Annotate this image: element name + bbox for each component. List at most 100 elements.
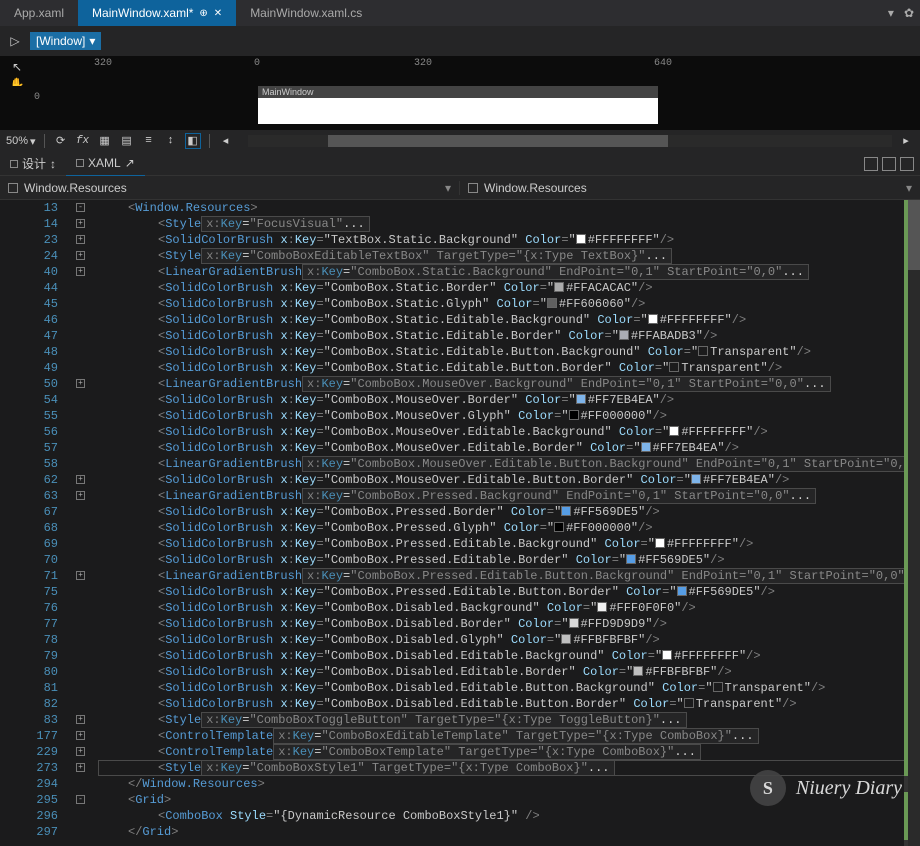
code-line[interactable]: <LinearGradientBrushx:Key="ComboBox.Mous… xyxy=(98,376,906,392)
code-line[interactable]: <SolidColorBrush x:Key="ComboBox.MouseOv… xyxy=(98,424,906,440)
code-line[interactable]: <LinearGradientBrushx:Key="ComboBox.Stat… xyxy=(98,264,906,280)
nav-right[interactable]: Window.Resources▾ xyxy=(460,181,920,195)
snaplines-icon[interactable]: ≡ xyxy=(141,133,157,149)
code-line[interactable]: <SolidColorBrush x:Key="ComboBox.Disable… xyxy=(98,680,906,696)
designer-toolbar: 50% ▾ ⟳ fx ▦ ▤ ≡ ↕ ◧ ◂ ▸ xyxy=(0,130,920,152)
xaml-navigation-bar: Window.Resources▾ Window.Resources▾ xyxy=(0,176,920,200)
code-line[interactable]: <Stylex:Key="ComboBoxEditableTextBox" Ta… xyxy=(98,248,906,264)
close-icon[interactable]: ✕ xyxy=(214,8,222,19)
layout-vertical-icon[interactable] xyxy=(864,157,878,171)
tab-design[interactable]: 设计 ↕ xyxy=(0,152,66,176)
code-line[interactable]: <LinearGradientBrushx:Key="ComboBox.Pres… xyxy=(98,488,906,504)
layout-horizontal-icon[interactable] xyxy=(882,157,896,171)
tab-app-xaml[interactable]: App.xaml xyxy=(0,0,78,26)
scroll-left-icon[interactable]: ◂ xyxy=(218,133,234,149)
code-line[interactable]: <ControlTemplatex:Key="ComboBoxEditableT… xyxy=(98,728,906,744)
code-line[interactable]: <SolidColorBrush x:Key="ComboBox.Disable… xyxy=(98,664,906,680)
doc-icon xyxy=(8,183,18,193)
fold-toggle[interactable]: + xyxy=(76,571,85,580)
horizontal-ruler: 320 0 320 640 960 xyxy=(34,56,920,86)
code-line[interactable]: <SolidColorBrush x:Key="ComboBox.Static.… xyxy=(98,328,906,344)
watermark-text: Niuery Diary xyxy=(796,777,902,800)
code-body: <Window.Resources><Stylex:Key="FocusVisu… xyxy=(98,200,906,840)
effects-icon[interactable]: ◧ xyxy=(185,133,201,149)
code-line[interactable]: <LinearGradientBrushx:Key="ComboBox.Mous… xyxy=(98,456,906,472)
zoom-dropdown[interactable]: 50% ▾ xyxy=(6,135,36,148)
refresh-icon[interactable]: ⟳ xyxy=(53,133,69,149)
window-dropdown-icon[interactable]: ▾ xyxy=(888,6,894,21)
code-line[interactable]: <ComboBox Style="{DynamicResource ComboB… xyxy=(98,808,906,824)
chevron-down-icon[interactable]: ▾ xyxy=(445,181,451,195)
fold-toggle[interactable]: + xyxy=(76,491,85,500)
fold-toggle[interactable]: + xyxy=(76,763,85,772)
code-line[interactable]: <SolidColorBrush x:Key="ComboBox.Disable… xyxy=(98,648,906,664)
code-line[interactable]: <SolidColorBrush x:Key="ComboBox.MouseOv… xyxy=(98,408,906,424)
grid-icon[interactable]: ▦ xyxy=(97,133,113,149)
code-line[interactable]: <SolidColorBrush x:Key="ComboBox.Static.… xyxy=(98,280,906,296)
watermark: S Niuery Diary xyxy=(750,770,902,806)
code-line[interactable]: <SolidColorBrush x:Key="ComboBox.Pressed… xyxy=(98,520,906,536)
tab-mainwindow-cs[interactable]: MainWindow.xaml.cs xyxy=(236,0,376,26)
code-line[interactable]: <SolidColorBrush x:Key="ComboBox.Pressed… xyxy=(98,552,906,568)
xaml-icon xyxy=(76,159,84,167)
code-line[interactable]: </Grid> xyxy=(98,824,906,840)
code-line[interactable]: <SolidColorBrush x:Key="ComboBox.Static.… xyxy=(98,360,906,376)
fold-toggle[interactable]: + xyxy=(76,219,85,228)
code-line[interactable]: <SolidColorBrush x:Key="ComboBox.Disable… xyxy=(98,632,906,648)
scroll-right-icon[interactable]: ▸ xyxy=(898,133,914,149)
align-icon[interactable]: ↕ xyxy=(163,133,179,149)
pin-icon[interactable]: ⊕ xyxy=(199,8,207,19)
code-line[interactable]: <Stylex:Key="FocusVisual"... xyxy=(98,216,906,232)
designer-canvas[interactable]: 0 MainWindow xyxy=(0,86,920,130)
code-line[interactable]: <SolidColorBrush x:Key="ComboBox.Disable… xyxy=(98,696,906,712)
code-line[interactable]: <ControlTemplatex:Key="ComboBoxTemplate"… xyxy=(98,744,906,760)
code-editor[interactable]: 1314232440444546474849505455565758626367… xyxy=(0,200,920,846)
designer-window-preview[interactable]: MainWindow xyxy=(258,86,658,124)
fold-toggle[interactable]: - xyxy=(76,795,85,804)
code-line[interactable]: <Stylex:Key="ComboBoxToggleButton" Targe… xyxy=(98,712,906,728)
horizontal-scrollbar[interactable] xyxy=(248,135,892,147)
vertical-scrollbar[interactable] xyxy=(908,200,920,846)
code-line[interactable]: <SolidColorBrush x:Key="TextBox.Static.B… xyxy=(98,232,906,248)
tab-xaml[interactable]: XAML ↗ xyxy=(66,152,145,176)
fold-toggle[interactable]: + xyxy=(76,475,85,484)
fold-toggle[interactable]: + xyxy=(76,379,85,388)
code-line[interactable]: <SolidColorBrush x:Key="ComboBox.Pressed… xyxy=(98,584,906,600)
code-line[interactable]: <SolidColorBrush x:Key="ComboBox.Static.… xyxy=(98,312,906,328)
code-line[interactable]: <SolidColorBrush x:Key="ComboBox.MouseOv… xyxy=(98,440,906,456)
fold-toggle[interactable]: + xyxy=(76,235,85,244)
code-line[interactable]: <SolidColorBrush x:Key="ComboBox.Static.… xyxy=(98,296,906,312)
tab-mainwindow-xaml[interactable]: MainWindow.xaml* ⊕ ✕ xyxy=(78,0,236,26)
watermark-icon: S xyxy=(750,770,786,806)
code-line[interactable]: <SolidColorBrush x:Key="ComboBox.Disable… xyxy=(98,600,906,616)
fold-gutter: - + + + + + + + + + + + + - xyxy=(70,200,98,846)
design-icon xyxy=(10,160,18,168)
chevron-down-icon[interactable]: ▾ xyxy=(906,181,912,195)
fold-toggle[interactable]: + xyxy=(76,251,85,260)
code-line[interactable]: <Window.Resources> xyxy=(98,200,906,216)
code-line[interactable]: <SolidColorBrush x:Key="ComboBox.Static.… xyxy=(98,344,906,360)
fold-toggle[interactable]: + xyxy=(76,715,85,724)
code-line[interactable]: <LinearGradientBrushx:Key="ComboBox.Pres… xyxy=(98,568,906,584)
chevron-down-icon: ▾ xyxy=(89,34,95,48)
document-tab-bar: App.xaml MainWindow.xaml* ⊕ ✕ MainWindow… xyxy=(0,0,920,26)
pointer-icon[interactable]: ▷ xyxy=(6,32,24,50)
code-line[interactable]: <SolidColorBrush x:Key="ComboBox.MouseOv… xyxy=(98,392,906,408)
popout-icon[interactable]: ↗ xyxy=(125,156,135,170)
fold-toggle[interactable]: + xyxy=(76,747,85,756)
code-line[interactable]: <SolidColorBrush x:Key="ComboBox.Pressed… xyxy=(98,536,906,552)
code-line[interactable]: <SolidColorBrush x:Key="ComboBox.Pressed… xyxy=(98,504,906,520)
fx-icon[interactable]: fx xyxy=(75,133,91,149)
snap-icon[interactable]: ▤ xyxy=(119,133,135,149)
arrow-icon[interactable]: ↖ xyxy=(12,60,22,75)
designer-ruler-row: ↖ ✋ 320 0 320 640 960 xyxy=(0,56,920,86)
fold-toggle[interactable]: + xyxy=(76,731,85,740)
code-line[interactable]: <SolidColorBrush x:Key="ComboBox.Disable… xyxy=(98,616,906,632)
code-line[interactable]: <SolidColorBrush x:Key="ComboBox.MouseOv… xyxy=(98,472,906,488)
fold-toggle[interactable]: - xyxy=(76,203,85,212)
element-path-dropdown[interactable]: [Window]▾ xyxy=(30,32,101,50)
nav-left[interactable]: Window.Resources▾ xyxy=(0,181,460,195)
gear-icon[interactable]: ✿ xyxy=(904,6,914,21)
layout-stack-icon[interactable] xyxy=(900,157,914,171)
fold-toggle[interactable]: + xyxy=(76,267,85,276)
